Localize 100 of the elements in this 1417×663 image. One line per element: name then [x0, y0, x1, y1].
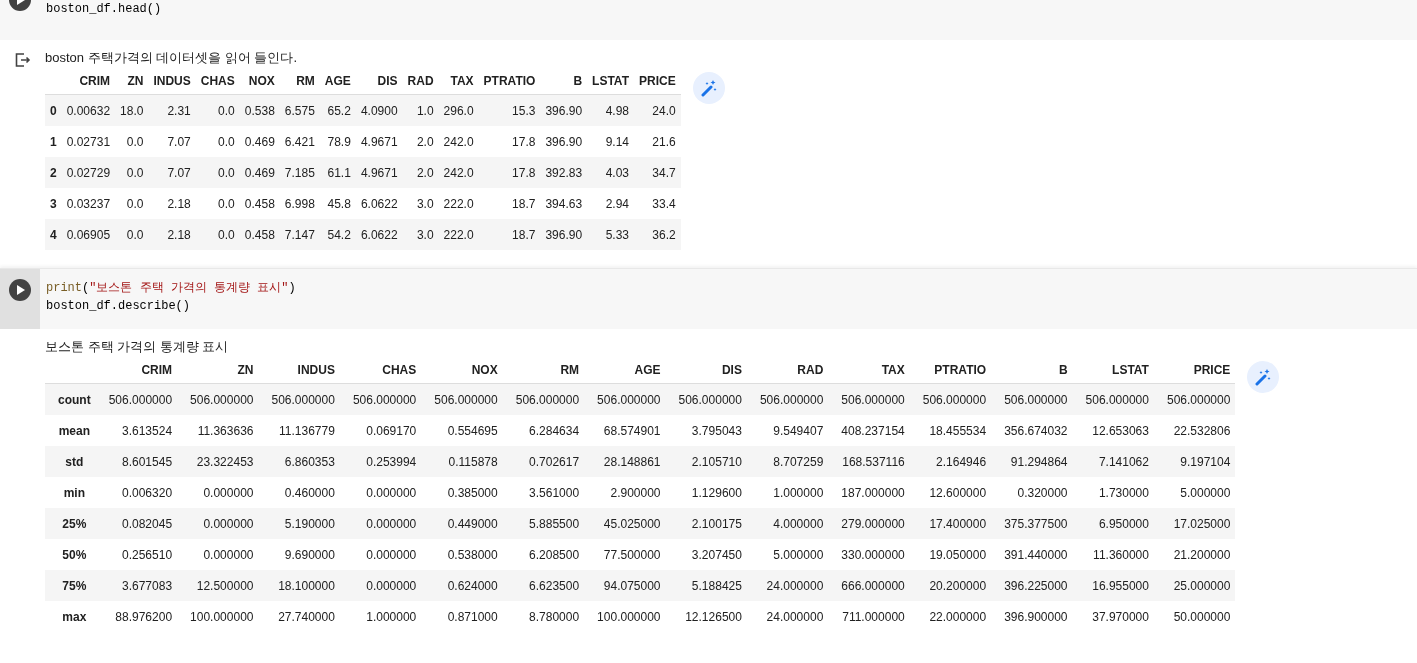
table-cell: 222.0	[438, 188, 479, 219]
table-cell: 2.0	[402, 126, 439, 157]
table-cell: 8.707259	[746, 446, 829, 477]
table-cell: 45.025000	[584, 508, 666, 539]
column-header: B	[540, 68, 588, 95]
table-cell: 2.0	[402, 157, 439, 188]
table-cell: 9.690000	[258, 539, 340, 570]
magic-wand-icon[interactable]	[1247, 361, 1280, 393]
table-cell: 1.000000	[339, 601, 422, 632]
table-cell: 21.6	[634, 126, 681, 157]
table-cell: 0.0	[195, 126, 240, 157]
column-header: B	[991, 357, 1073, 384]
table-cell: 0.871000	[421, 601, 503, 632]
table-cell: 0.02729	[61, 157, 116, 188]
table-cell: 5.188425	[665, 570, 747, 601]
row-index: 75%	[45, 570, 96, 601]
table-cell: 1.730000	[1072, 477, 1154, 508]
table-cell: 19.050000	[909, 539, 992, 570]
table-cell: 187.000000	[828, 477, 910, 508]
table-cell: 4.9671	[355, 126, 403, 157]
table-cell: 25.000000	[1153, 570, 1236, 601]
column-header: CRIM	[95, 357, 178, 384]
table-cell: 0.469	[239, 126, 280, 157]
table-cell: 396.900000	[991, 601, 1073, 632]
table-cell: 506.000000	[909, 383, 992, 415]
table-cell: 242.0	[438, 157, 479, 188]
table-cell: 0.000000	[339, 477, 422, 508]
table-cell: 506.000000	[991, 383, 1073, 415]
magic-wand-icon[interactable]	[692, 72, 725, 104]
table-cell: 0.469	[239, 157, 280, 188]
table-cell: 24.000000	[746, 601, 829, 632]
column-header: LSTAT	[587, 68, 634, 95]
table-cell: 0.0	[115, 157, 149, 188]
table-cell: 18.455534	[909, 415, 992, 446]
row-index: 25%	[45, 508, 96, 539]
table-cell: 7.07	[148, 157, 196, 188]
table-cell: 12.600000	[909, 477, 992, 508]
row-index: 0	[45, 94, 62, 126]
column-header: TAX	[828, 357, 910, 384]
table-cell: 0.0	[115, 126, 149, 157]
table-cell: 0.006320	[95, 477, 178, 508]
table-cell: 506.000000	[584, 383, 666, 415]
table-cell: 94.075000	[584, 570, 666, 601]
table-cell: 3.795043	[665, 415, 747, 446]
table-cell: 0.385000	[421, 477, 503, 508]
table-cell: 0.000000	[177, 477, 259, 508]
table-cell: 2.94	[587, 188, 634, 219]
table-cell: 0.702617	[502, 446, 585, 477]
table-cell: 22.000000	[909, 601, 992, 632]
table-cell: 17.8	[478, 157, 541, 188]
column-header: RM	[502, 357, 585, 384]
table-cell: 3.677083	[95, 570, 178, 601]
table-cell: 50.000000	[1153, 601, 1236, 632]
table-cell: 0.06905	[61, 219, 116, 250]
table-cell: 392.83	[540, 157, 588, 188]
table-cell: 356.674032	[991, 415, 1073, 446]
table-cell: 506.000000	[502, 383, 585, 415]
table-cell: 5.885500	[502, 508, 585, 539]
table-cell: 0.449000	[421, 508, 503, 539]
table-cell: 0.000000	[339, 570, 422, 601]
table-cell: 3.0	[402, 188, 439, 219]
output-text: 보스톤 주택 가격의 통계량 표시	[45, 338, 230, 356]
table-cell: 506.000000	[1153, 383, 1236, 415]
table-cell: 394.63	[540, 188, 588, 219]
table-cell: 18.0	[115, 94, 149, 126]
table-cell: 506.000000	[746, 383, 829, 415]
table-cell: 27.740000	[258, 601, 340, 632]
table-cell: 396.90	[540, 94, 588, 126]
table-cell: 506.000000	[665, 383, 747, 415]
table-cell: 2.900000	[584, 477, 666, 508]
table-cell: 5.190000	[258, 508, 340, 539]
table-cell: 396.90	[540, 126, 588, 157]
table-cell: 7.07	[148, 126, 196, 157]
table-cell: 23.322453	[177, 446, 259, 477]
table-cell: 78.9	[319, 126, 356, 157]
table-cell: 6.421	[279, 126, 320, 157]
table-cell: 24.000000	[746, 570, 829, 601]
table-cell: 100.000000	[177, 601, 259, 632]
column-header: INDUS	[258, 357, 340, 384]
table-cell: 7.141062	[1072, 446, 1154, 477]
table-cell: 88.976200	[95, 601, 178, 632]
column-header: TAX	[438, 68, 479, 95]
table-cell: 20.200000	[909, 570, 992, 601]
code-editor[interactable]: boston_df.head()	[40, 0, 168, 40]
table-cell: 0.0	[115, 219, 149, 250]
table-cell: 4.98	[587, 94, 634, 126]
table-cell: 12.500000	[177, 570, 259, 601]
table-cell: 34.7	[634, 157, 681, 188]
table-cell: 666.000000	[828, 570, 910, 601]
table-cell: 12.126500	[665, 601, 747, 632]
table-cell: 0.115878	[421, 446, 503, 477]
column-header: ZN	[177, 357, 259, 384]
table-cell: 0.00632	[61, 94, 116, 126]
table-cell: 2.18	[148, 188, 196, 219]
run-button[interactable]	[9, 279, 31, 301]
table-cell: 91.294864	[991, 446, 1073, 477]
code-editor[interactable]: print("보스톤 주택 가격의 통계량 표시") boston_df.describe()	[40, 269, 302, 329]
row-index: 4	[45, 219, 62, 250]
output-icon[interactable]	[14, 53, 31, 67]
row-index: mean	[45, 415, 96, 446]
